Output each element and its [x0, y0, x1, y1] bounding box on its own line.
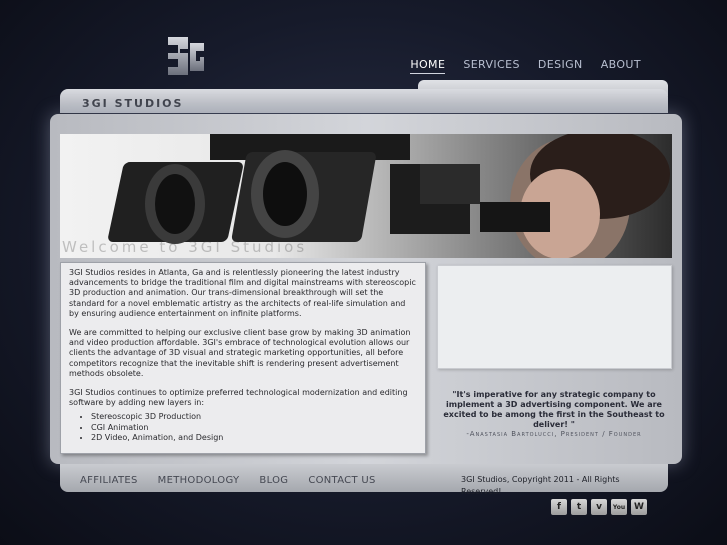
nav-design[interactable]: DESIGN [538, 58, 583, 74]
list-item: Stereoscopic 3D Production [91, 412, 417, 422]
nav-about[interactable]: ABOUT [601, 58, 641, 74]
youtube-icon[interactable]: You [611, 499, 627, 515]
intro-paragraph-1: 3GI Studios resides in Atlanta, Ga and i… [69, 268, 416, 318]
top-navigation: HOME SERVICES DESIGN ABOUT [410, 58, 641, 74]
footer-nav-contact[interactable]: CONTACT US [308, 475, 375, 486]
hero-watermark: Welcome to 3GI Studios [62, 238, 308, 256]
vimeo-icon[interactable]: v [591, 499, 607, 515]
footer-nav-methodology[interactable]: METHODOLOGY [158, 475, 240, 486]
footer-nav-affiliates[interactable]: AFFILIATES [80, 475, 138, 486]
footer-nav-blog[interactable]: BLOG [259, 475, 288, 486]
intro-content: 3GI Studios resides in Atlanta, Ga and i… [60, 262, 426, 454]
3gi-logo-icon[interactable] [166, 35, 206, 77]
side-box [437, 265, 672, 369]
nav-home[interactable]: HOME [410, 58, 446, 74]
twitter-icon[interactable]: t [571, 499, 587, 515]
facebook-icon[interactable]: f [551, 499, 567, 515]
testimonial-quote: "It's imperative for any strategic compa… [443, 390, 665, 429]
list-item: 2D Video, Animation, and Design [91, 433, 417, 443]
wordpress-icon[interactable]: W [631, 499, 647, 515]
nav-services[interactable]: SERVICES [463, 58, 520, 74]
brand-title: 3GI STUDIOS [82, 97, 184, 110]
testimonial-author: -Anastasia Bartolucci, President / Found… [466, 430, 642, 438]
intro-paragraph-3: 3GI Studios continues to optimize prefer… [69, 388, 408, 408]
copyright-text: 3GI Studios, Copyright 2011 - All Rights… [461, 475, 620, 496]
social-links: f t v You W [551, 499, 647, 515]
footer-navigation: AFFILIATES METHODOLOGY BLOG CONTACT US [80, 475, 396, 486]
services-list: Stereoscopic 3D Production CGI Animation… [69, 412, 417, 443]
intro-paragraph-2: We are committed to helping our exclusiv… [69, 328, 411, 378]
list-item: CGI Animation [91, 423, 417, 433]
